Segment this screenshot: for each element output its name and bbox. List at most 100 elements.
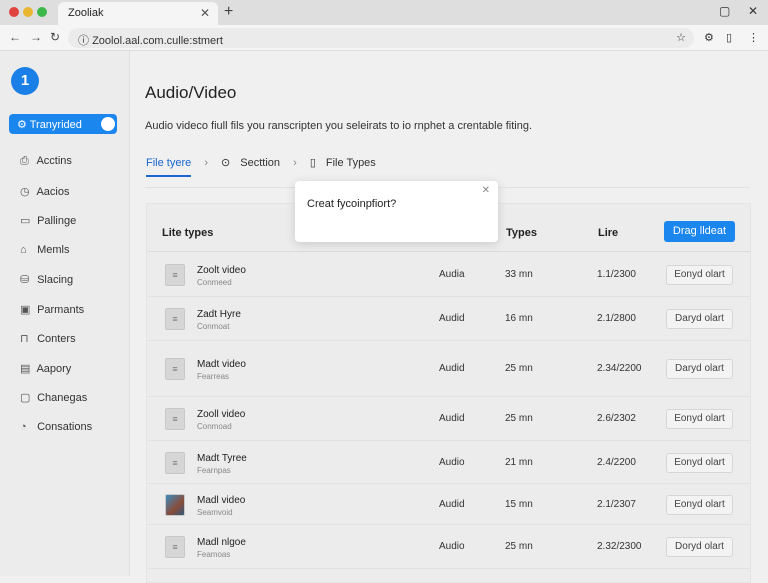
file-icon: ≡ <box>165 308 185 330</box>
sidebar-item[interactable]: ⛁ Slacing <box>20 273 73 286</box>
close-icon[interactable]: ✕ <box>748 4 758 18</box>
file-name: Madt video <box>197 359 246 370</box>
sidebar: 1 ⚙ Tranyrided ⎙ Acctins ◷ Aacios ▭ Pallin… <box>0 51 130 576</box>
file-name: Zadt Hyre <box>197 309 241 320</box>
crumb-section[interactable]: Secttion <box>240 157 280 169</box>
file-subtitle: Seamvoid <box>197 507 233 517</box>
table-row[interactable]: ≡ Zooll video Conmoad Audid 25 mn 2.6/23… <box>147 397 750 441</box>
toggle-icon[interactable] <box>101 117 115 131</box>
file-duration: 15 mn <box>505 498 533 510</box>
file-date: 2.32/2300 <box>597 541 642 552</box>
close-dialog-icon[interactable]: ✕ <box>482 185 490 196</box>
url-input[interactable]: ⓘ Zoolol.aal.com.culle:stmert ☆ <box>68 28 694 48</box>
clipboard-icon: ▯ <box>309 157 316 169</box>
file-type: Audid <box>439 498 465 510</box>
nav-icon: ◔ <box>20 420 27 433</box>
close-tab-icon[interactable]: ✕ <box>200 6 210 20</box>
sidebar-item-label: Consations <box>37 420 93 433</box>
row-action-button[interactable]: Daryd olart <box>666 309 733 329</box>
file-icon: ≡ <box>165 408 185 430</box>
table-row[interactable]: ≡ Zadt Hyre Conmoat Audid 16 mn 2.1/2800… <box>147 297 750 341</box>
bookmark-star-icon[interactable]: ☆ <box>676 31 686 44</box>
sidebar-item[interactable]: ▣ Parmants <box>20 303 84 316</box>
sidebar-item-active[interactable]: ⚙ Tranyrided <box>9 114 117 134</box>
sidebar-item[interactable]: ⌂ Memls <box>20 244 69 256</box>
file-date: 2.1/2800 <box>597 313 636 324</box>
tab-title: Zooliak <box>68 7 104 19</box>
file-icon <box>165 493 185 516</box>
address-bar: ← → ↻ ⓘ Zoolol.aal.com.culle:stmert ☆ ⚙ ▯… <box>0 25 768 51</box>
file-date: 1.1/2300 <box>597 269 636 280</box>
file-type: Audid <box>439 363 465 374</box>
sidebar-toggle-icon[interactable]: ▯ <box>726 31 732 44</box>
popup-dialog: Creat fycoinpfiort? ✕ <box>295 181 498 242</box>
sidebar-item[interactable]: ▭ Pallinge <box>20 214 76 227</box>
browser-tab[interactable]: Zooliak ✕ <box>58 2 218 25</box>
sidebar-item-label: Conters <box>37 333 76 345</box>
close-window-button[interactable] <box>9 7 19 17</box>
sidebar-item-label: Slacing <box>37 274 74 286</box>
new-tab-icon[interactable]: + <box>224 3 233 21</box>
gear-icon: ⚙ <box>17 119 30 131</box>
sidebar-item-label: Aapory <box>36 362 72 375</box>
extension-icon[interactable]: ⚙ <box>704 31 714 44</box>
table-row[interactable]: ≡ Madt video Fearreas Audid 25 mn 2.34/2… <box>147 341 750 397</box>
row-action-button[interactable]: Doryd olart <box>666 537 733 557</box>
info-icon: ⓘ <box>78 35 93 47</box>
nav-icon: ⎙ <box>20 155 29 167</box>
sidebar-item[interactable]: ▢ Chanegas <box>20 391 87 404</box>
header-types: Types <box>506 227 537 239</box>
sidebar-item-label: Aacios <box>36 185 70 198</box>
maximize-window-button[interactable] <box>37 7 47 17</box>
table-row[interactable]: ≡ Zoolt video Conmeed Audia 33 mn 1.1/23… <box>147 253 750 297</box>
reload-icon[interactable]: ↻ <box>50 30 60 44</box>
table-row[interactable]: Madl video Seamvoid Audid 15 mn 2.1/2307… <box>147 484 750 525</box>
file-subtitle: Conmoad <box>197 422 232 431</box>
sidebar-item[interactable]: ▤ Aapory <box>20 362 71 375</box>
sidebar-item[interactable]: ⎙ Acctins <box>20 155 72 168</box>
crumb-file-types-2[interactable]: File Types <box>326 157 376 169</box>
nav-icon: ▭ <box>20 215 31 227</box>
primary-action-button[interactable]: Drag lldeat <box>664 221 735 242</box>
nav-icon: ⊓ <box>20 333 29 345</box>
chevron-right-icon: › <box>293 157 297 169</box>
main-content: Audio/Video Audio videco fiull fils you … <box>131 51 768 583</box>
file-subtitle: Fearreas <box>197 372 230 381</box>
menu-icon[interactable]: ⋮ <box>748 31 759 44</box>
row-action-button[interactable]: Eonyd olart <box>666 452 733 473</box>
app-logo: 1 <box>11 67 39 95</box>
file-name: Madl video <box>197 494 246 506</box>
dialog-text: Creat fycoinpfiort? <box>307 198 397 210</box>
file-type: Audid <box>439 313 465 324</box>
table-row[interactable]: ≡ Madt Tyree Fearnpas Audio 21 mn 2.4/22… <box>147 441 750 484</box>
file-subtitle: Feamoas <box>197 550 231 559</box>
row-action-button[interactable]: Eonyd olart <box>666 265 733 285</box>
sidebar-item[interactable]: ◔ Consations <box>20 421 92 433</box>
file-type: Audio <box>439 541 465 552</box>
file-type: Audia <box>439 269 465 280</box>
back-icon[interactable]: ← <box>9 30 21 44</box>
file-type: Audid <box>439 413 465 424</box>
row-action-button[interactable]: Eonyd olart <box>666 494 733 515</box>
table-row[interactable]: ≡ Madl nlgoe Feamoas Audio 25 mn 2.32/23… <box>147 525 750 569</box>
restore-icon[interactable]: ▢ <box>719 4 730 18</box>
row-action-button[interactable]: Daryd olart <box>666 359 733 379</box>
file-subtitle: Conmeed <box>197 278 232 287</box>
file-duration: 25 mn <box>505 363 533 374</box>
file-duration: 33 mn <box>505 269 533 280</box>
sidebar-item-label: Memls <box>37 243 70 256</box>
file-date: 2.6/2302 <box>597 413 636 424</box>
nav-icon: ⌂ <box>20 243 27 256</box>
forward-icon[interactable]: → <box>30 30 42 44</box>
file-subtitle: Fearnpas <box>197 465 231 475</box>
minimize-window-button[interactable] <box>23 7 33 17</box>
file-duration: 25 mn <box>505 413 533 424</box>
file-icon: ≡ <box>165 536 185 558</box>
row-action-button[interactable]: Eonyd olart <box>666 409 733 429</box>
file-date: 2.4/2200 <box>597 456 636 468</box>
sidebar-item[interactable]: ◷ Aacios <box>20 185 69 198</box>
nav-icon: ⛁ <box>20 274 30 286</box>
file-name: Zoolt video <box>197 265 246 276</box>
sidebar-item[interactable]: ⊓ Conters <box>20 332 76 345</box>
crumb-file-types[interactable]: File tyere <box>146 157 192 177</box>
